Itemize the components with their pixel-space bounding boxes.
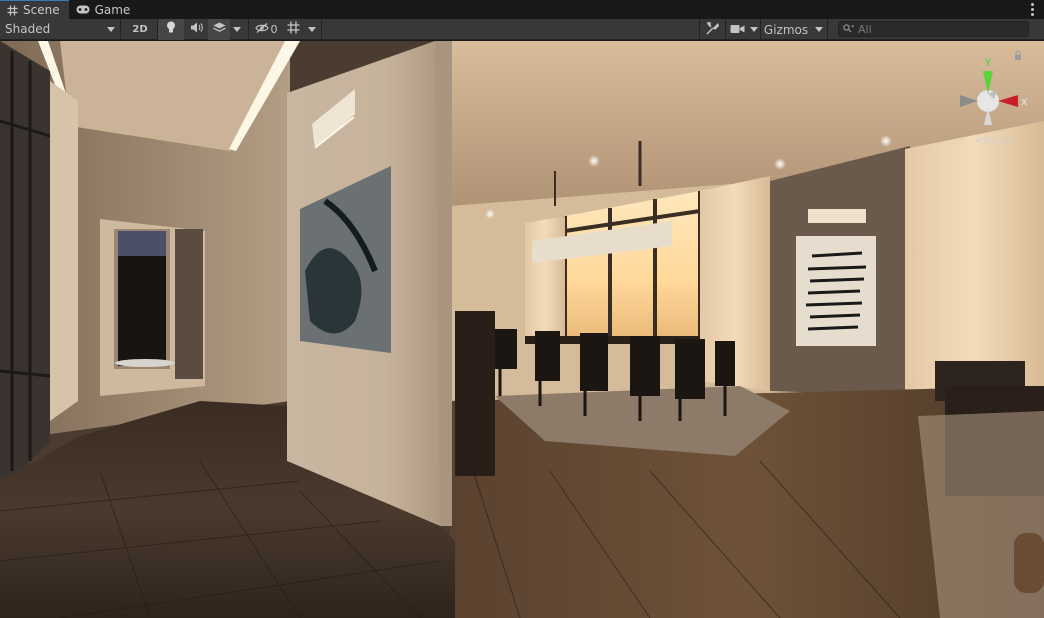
search-icon: [843, 22, 855, 36]
audio-toggle[interactable]: [184, 19, 208, 40]
projection-label: Persp: [983, 134, 1014, 147]
camera-settings-button[interactable]: [726, 19, 748, 40]
tab-game-label: Game: [94, 2, 131, 17]
chevron-left-icon: <: [974, 134, 984, 147]
eye-slash-icon: [254, 22, 269, 36]
speaker-icon: [190, 22, 203, 36]
gizmos-button[interactable]: Gizmos: [761, 19, 811, 40]
gamepad-icon: [76, 5, 90, 14]
projection-toggle[interactable]: <Persp: [975, 134, 1014, 147]
gizmo-lock-icon[interactable]: [1015, 50, 1021, 60]
effects-toggle[interactable]: [208, 18, 230, 40]
camera-dropdown[interactable]: [748, 19, 760, 40]
gizmo-x-label: x: [1021, 95, 1028, 108]
gizmo-y-axis[interactable]: [983, 71, 993, 94]
hidden-objects-count: 0: [270, 22, 278, 36]
camera-icon: [730, 23, 745, 37]
gizmo-neg-x-axis[interactable]: [960, 95, 978, 107]
tools-button[interactable]: [700, 19, 725, 40]
search-input[interactable]: [858, 22, 1028, 36]
2d-mode-toggle[interactable]: 2D: [127, 19, 153, 40]
chevron-down-icon: [308, 26, 316, 32]
scene-render: [0, 41, 1044, 618]
grid-dropdown[interactable]: [303, 19, 321, 40]
effects-dropdown[interactable]: [230, 19, 244, 40]
chevron-down-icon: [815, 27, 823, 32]
chevron-down-icon: [750, 27, 758, 32]
gizmos-dropdown[interactable]: [811, 19, 827, 40]
tab-game[interactable]: Game: [69, 0, 140, 19]
scene-search-field[interactable]: [838, 21, 1029, 37]
wrench-icon: [706, 21, 719, 38]
tab-scene-label: Scene: [23, 3, 60, 17]
more-options-icon[interactable]: [1026, 1, 1038, 17]
shading-mode-value: Shaded: [5, 22, 51, 36]
scene-toolbar: Shaded 2D 0 Gizmos All: [0, 18, 1044, 40]
chevron-down-icon: [233, 26, 241, 32]
scene-viewport[interactable]: y x <Persp: [0, 41, 1044, 618]
grid-toggle[interactable]: [283, 19, 303, 40]
lightbulb-icon: [166, 21, 176, 37]
gizmo-x-axis[interactable]: [998, 95, 1018, 107]
scene-visibility-toggle[interactable]: 0: [249, 19, 283, 40]
layers-icon: [212, 22, 226, 36]
hash-icon: [7, 5, 18, 16]
chevron-down-icon: [107, 26, 115, 32]
gizmo-y-label: y: [985, 54, 992, 67]
tab-scene[interactable]: Scene: [0, 0, 69, 19]
grid-icon: [287, 21, 300, 37]
window-tab-bar: Scene Game: [0, 0, 1044, 19]
shading-mode-dropdown[interactable]: Shaded: [0, 18, 121, 40]
lighting-toggle[interactable]: [158, 18, 184, 40]
